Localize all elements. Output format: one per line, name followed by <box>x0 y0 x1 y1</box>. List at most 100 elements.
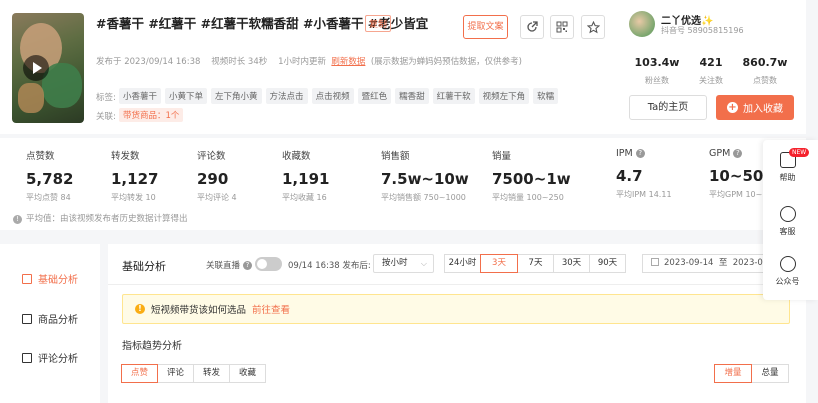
link-icon[interactable] <box>520 15 544 39</box>
metric-ipm: IPM? 4.7 平均IPM 14.11 <box>616 148 672 200</box>
metric-average: 平均销量 100~250 <box>492 193 564 202</box>
metric-favorites: 收藏数 1,191 平均收藏 16 <box>282 148 329 203</box>
author-home-button[interactable]: Ta的主页 <box>629 95 707 120</box>
metric-value: 5,782 <box>26 170 74 188</box>
tag-item[interactable]: 视频左下角 <box>478 88 530 104</box>
metric-label: 转发数 <box>111 151 140 162</box>
video-duration: 视频时长 34秒 <box>211 57 268 67</box>
data-note: (展示数据为蝉妈妈预估数据，仅供参考) <box>370 57 522 67</box>
panel-title: 基础分析 <box>122 260 166 273</box>
play-icon[interactable] <box>23 55 49 81</box>
warning-icon: ! <box>135 304 145 314</box>
stat-value: 860.7w <box>742 56 788 69</box>
bag-icon <box>22 313 32 324</box>
add-favorite-button[interactable]: + 加入收藏 <box>716 95 794 120</box>
interval-value: 按小时 <box>382 258 408 268</box>
metric-label: 销售额 <box>381 151 410 162</box>
average-note-text: 平均值：由该视频发布者历史数据计算得出 <box>26 214 188 224</box>
metric-average: 平均销售额 750~1000 <box>381 193 466 202</box>
author-avatar[interactable] <box>629 11 655 37</box>
interval-select[interactable]: 按小时 ⌵ <box>373 254 434 273</box>
tip-link[interactable]: 前往查看 <box>252 302 290 316</box>
metric-tab-comments[interactable]: 评论 <box>157 364 194 383</box>
stat-label: 关注数 <box>699 76 723 85</box>
official-account-button[interactable]: 公众号 <box>763 256 812 287</box>
range-tab-90d[interactable]: 90天 <box>589 254 626 273</box>
since-publish-label: 09/14 16:38 发布后: <box>288 261 371 271</box>
star-icon[interactable] <box>581 15 605 39</box>
divider <box>108 284 806 285</box>
metric-average: 平均收藏 16 <box>282 193 327 202</box>
video-meta: 发布于 2023/09/14 16:38 视频时长 34秒 1小时内更新 刷新数… <box>96 55 522 67</box>
author-stat-following: 421 关注数 <box>681 56 741 86</box>
metric-value: 1,191 <box>282 170 330 188</box>
plus-icon: + <box>727 102 738 113</box>
chevron-down-icon: ⌵ <box>420 259 427 268</box>
tag-item[interactable]: 点击视频 <box>311 88 354 104</box>
metric-sales-amount: 销售额 7.5w~10w 平均销售额 750~1000 <box>381 148 469 203</box>
comment-icon <box>22 352 32 363</box>
trend-metric-tabs: 点赞 评论 转发 收藏 <box>121 364 266 383</box>
tag-item[interactable]: 暨红色 <box>357 88 392 104</box>
linked-live-text: 关联直播 <box>206 261 241 271</box>
metric-label-row: IPM? <box>616 148 672 159</box>
refresh-data-link[interactable]: 刷新数据 <box>331 57 365 67</box>
nav-basic-analysis[interactable]: 基础分析 <box>22 271 78 286</box>
copy-title-tag[interactable]: 复制 <box>365 15 392 32</box>
assoc-products-tag[interactable]: 带货商品：1个 <box>119 108 184 122</box>
range-tab-7d[interactable]: 7天 <box>517 254 554 273</box>
range-tab-24h[interactable]: 24小时 <box>444 254 481 273</box>
tag-item[interactable]: 小黄下单 <box>165 88 208 104</box>
mode-tab-increment[interactable]: 增量 <box>714 364 752 383</box>
qrcode-icon[interactable] <box>550 15 574 39</box>
metric-tab-shares[interactable]: 转发 <box>193 364 230 383</box>
metric-label: 点赞数 <box>26 151 55 162</box>
metric-label: GPM <box>709 148 731 159</box>
tag-item[interactable]: 红薯干软 <box>432 88 475 104</box>
add-favorite-label: 加入收藏 <box>743 104 783 115</box>
metric-tab-likes[interactable]: 点赞 <box>121 364 158 383</box>
extract-text-button[interactable]: 提取文案 <box>463 15 508 39</box>
service-label: 客服 <box>779 227 796 236</box>
wechat-icon <box>779 256 796 272</box>
help-icon[interactable]: ? <box>733 149 743 158</box>
metric-value: 10~50 <box>709 167 764 185</box>
tag-item[interactable]: 小香薯干 <box>119 88 162 104</box>
calendar-icon <box>651 258 659 266</box>
update-status: 1小时内更新 <box>278 57 326 67</box>
mode-tab-total[interactable]: 总量 <box>751 364 789 383</box>
metric-average: 平均点赞 84 <box>26 193 71 202</box>
average-note: ! 平均值：由该视频发布者历史数据计算得出 <box>13 212 188 224</box>
tag-item[interactable]: 方法点击 <box>265 88 308 104</box>
trend-section-title: 指标趋势分析 <box>122 341 182 352</box>
tag-item[interactable]: 软糯 <box>533 88 559 104</box>
nav-comment-analysis[interactable]: 评论分析 <box>22 350 78 365</box>
range-tab-3d[interactable]: 3天 <box>480 254 518 273</box>
metric-comments: 评论数 290 平均评论 4 <box>197 148 237 203</box>
metric-shares: 转发数 1,127 平均转发 10 <box>111 148 158 203</box>
help-icon[interactable]: ? <box>243 260 253 270</box>
date-separator: 至 <box>718 258 728 268</box>
linked-live-label: 关联直播 ? <box>206 259 253 271</box>
metric-gpm: GPM? 10~50 平均GPM 10~5 <box>709 148 767 200</box>
nav-product-analysis[interactable]: 商品分析 <box>22 311 78 326</box>
metric-likes: 点赞数 5,782 平均点赞 84 <box>26 148 73 203</box>
metric-average: 平均GPM 10~5 <box>709 190 768 199</box>
tag-item[interactable]: 糯香甜 <box>395 88 429 104</box>
tip-banner: ! 短视频带货该如何选品 前往查看 <box>122 294 790 324</box>
info-icon: ! <box>13 215 22 224</box>
metric-value: 7.5w~10w <box>381 170 469 188</box>
metric-average: 平均评论 4 <box>197 193 237 202</box>
metric-label: IPM <box>616 148 633 159</box>
chart-icon <box>22 273 32 284</box>
metric-sales-volume: 销量 7500~1w 平均销量 100~250 <box>492 148 571 203</box>
help-icon[interactable]: ? <box>635 149 645 158</box>
tag-list: 小香薯干 小黄下单 左下角小黄 方法点击 点击视频 暨红色 糯香甜 红薯干软 视… <box>119 88 559 104</box>
stat-value: 421 <box>699 56 723 69</box>
customer-service-button[interactable]: 客服 <box>763 206 812 237</box>
linked-live-toggle[interactable] <box>255 257 282 271</box>
date-from: 2023-09-14 <box>664 258 714 268</box>
metric-tab-favorites[interactable]: 收藏 <box>229 364 266 383</box>
range-tab-30d[interactable]: 30天 <box>553 254 590 273</box>
tag-item[interactable]: 左下角小黄 <box>211 88 262 104</box>
